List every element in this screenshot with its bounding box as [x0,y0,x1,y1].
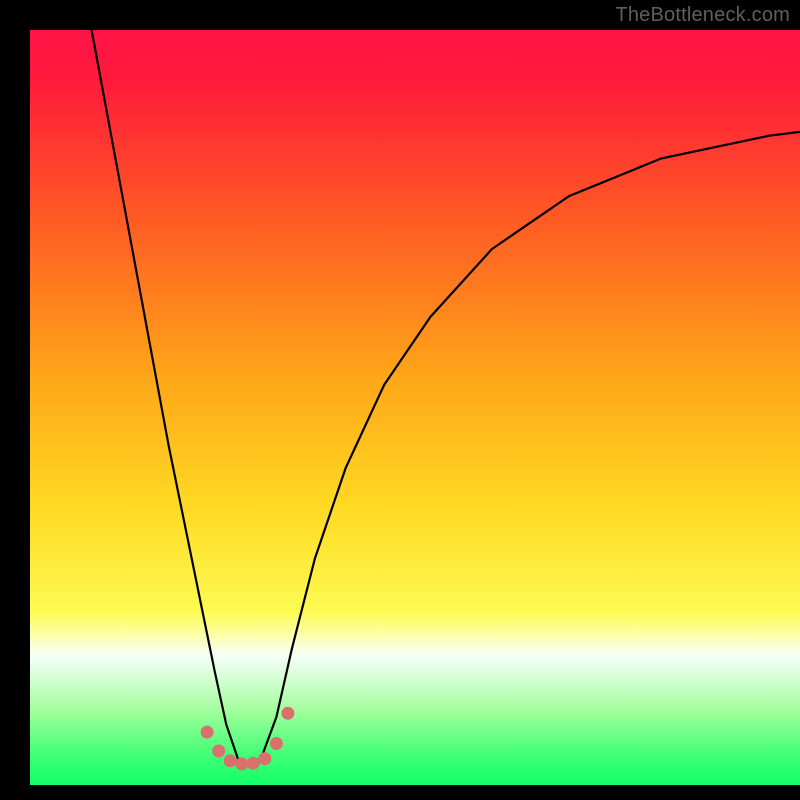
trough-dot [270,737,283,750]
bottleneck-plot [0,0,800,800]
trough-dot [212,745,225,758]
trough-dot [224,754,237,767]
trough-dot [247,757,260,770]
trough-dot [258,752,271,765]
trough-dot [281,707,294,720]
chart-stage: TheBottleneck.com [0,0,800,800]
trough-dot [235,757,248,770]
plot-background [30,30,800,785]
trough-dot [201,726,214,739]
watermark-label: TheBottleneck.com [615,4,790,27]
